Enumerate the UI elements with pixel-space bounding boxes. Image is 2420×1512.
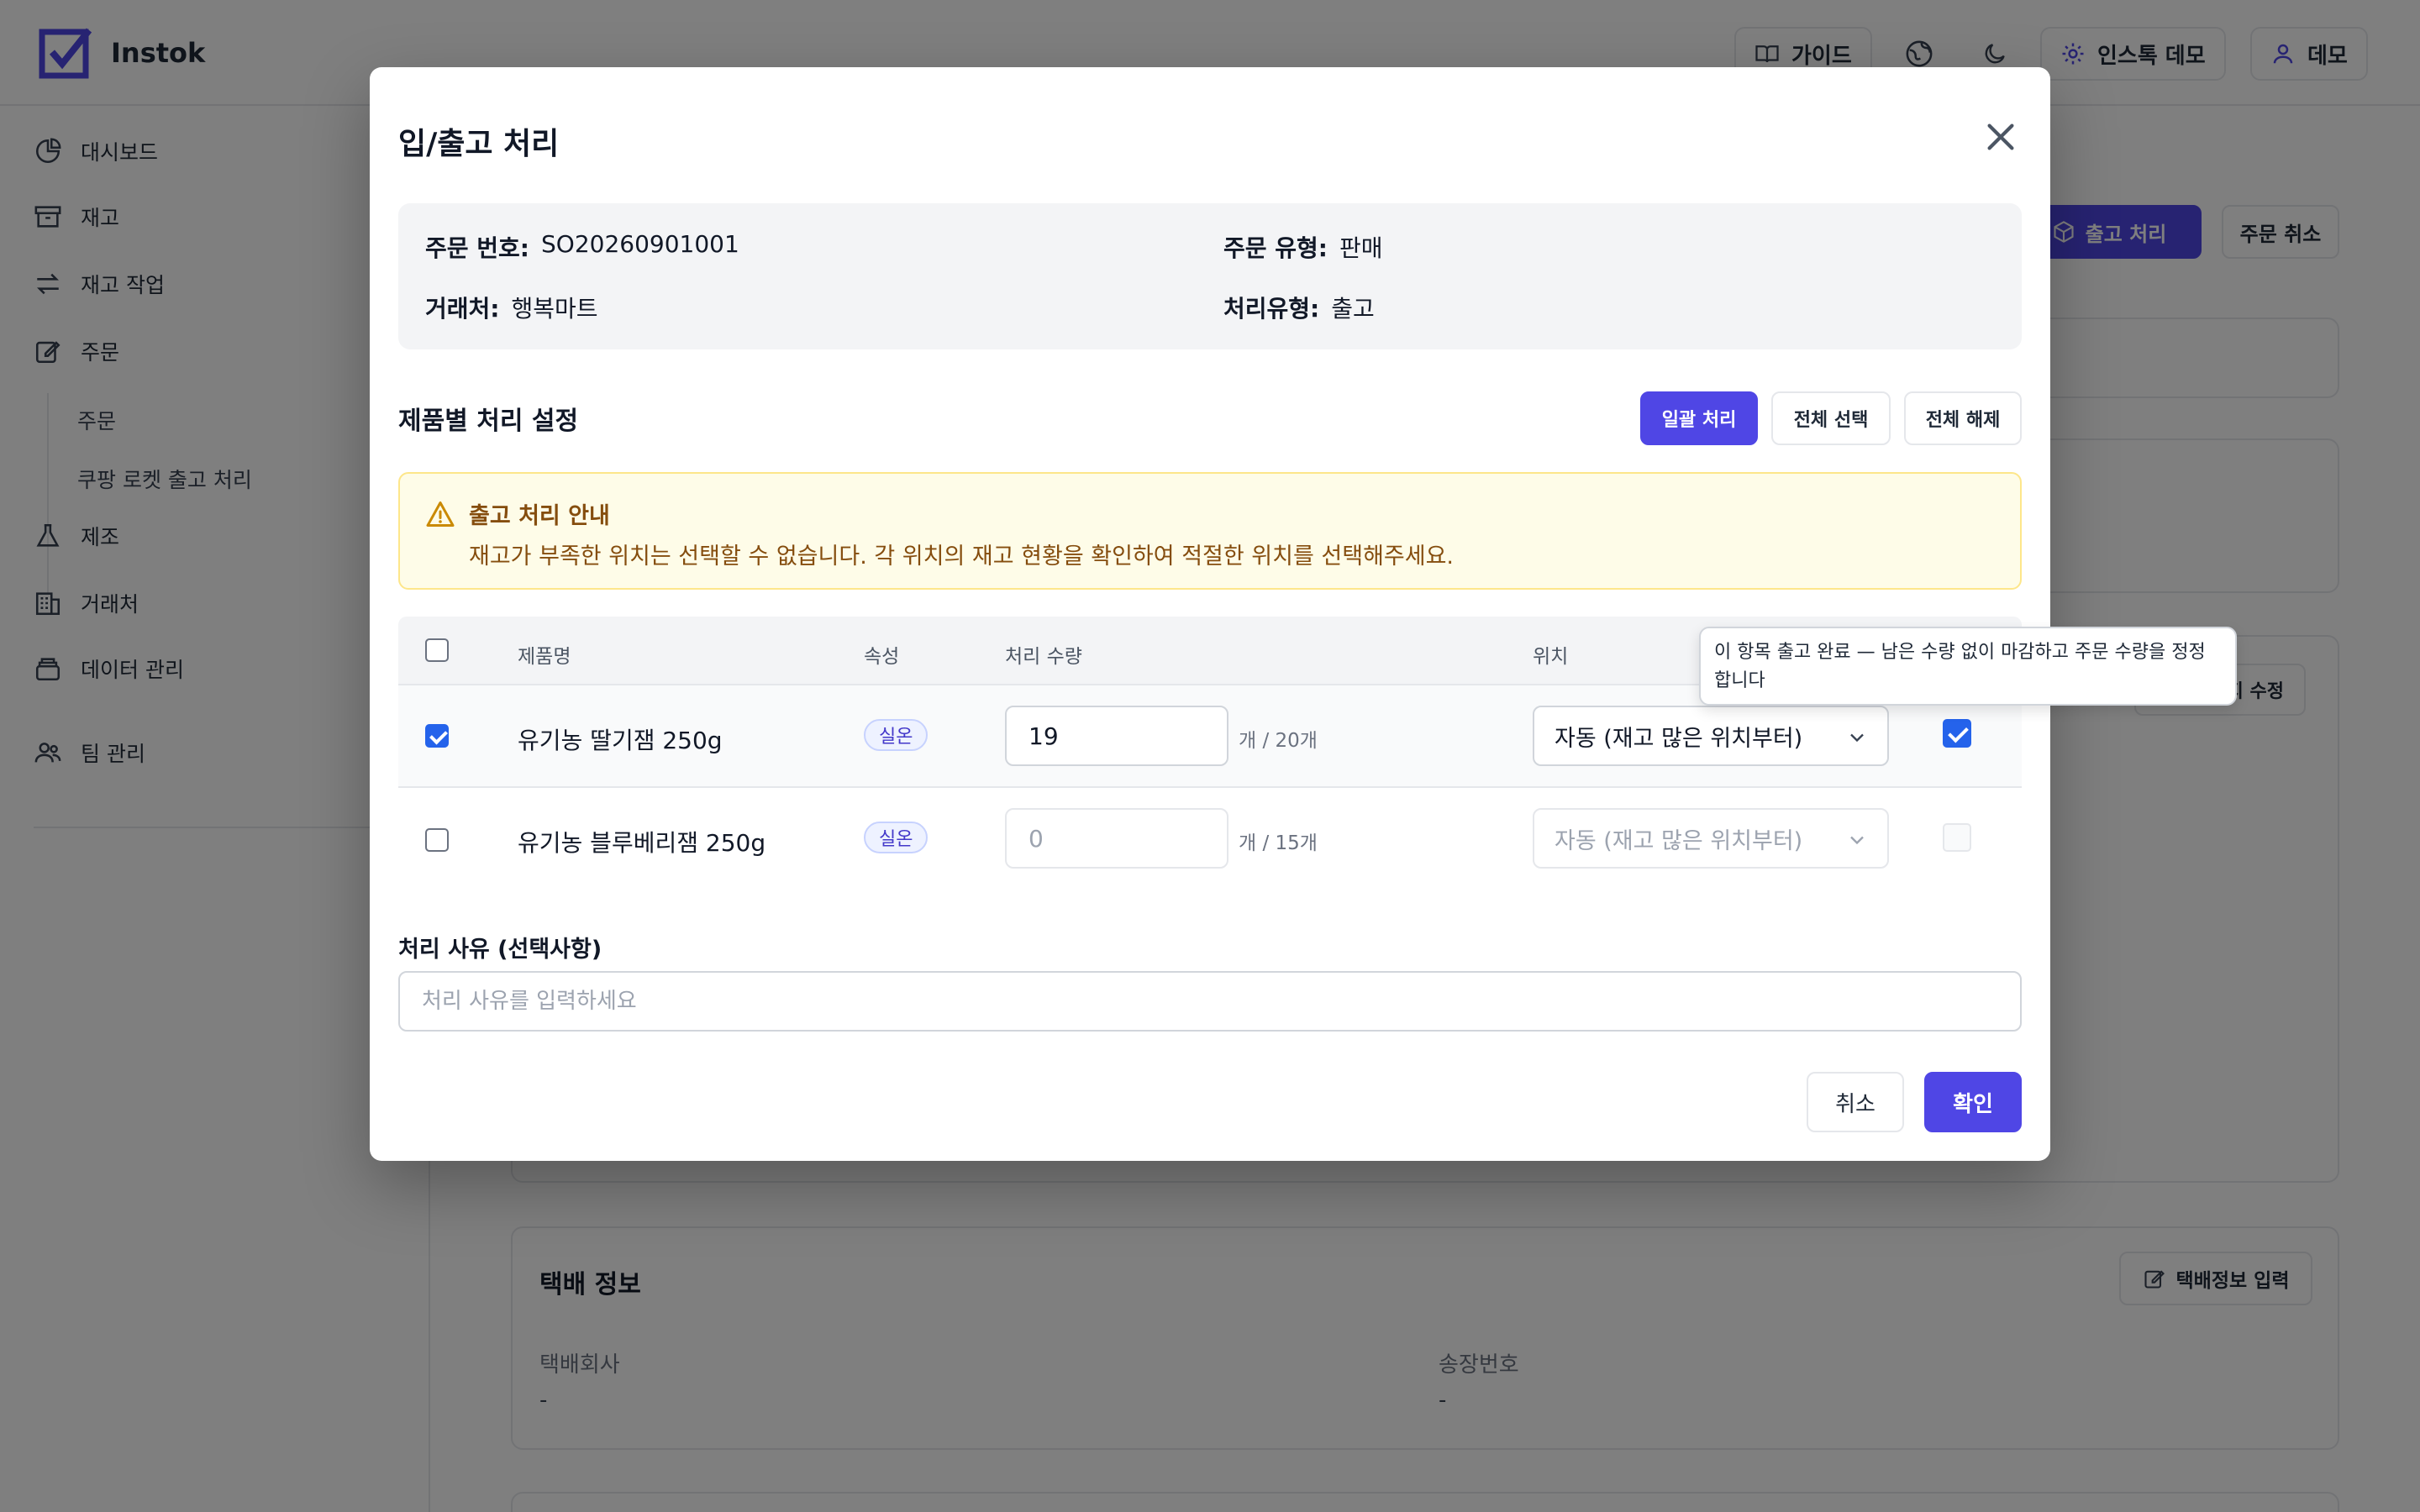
- process-type-value: 출고: [1331, 295, 1375, 323]
- order-number: 주문 번호: SO20260901001: [425, 230, 739, 264]
- location-select[interactable]: 자동 (재고 많은 위치부터): [1533, 706, 1889, 766]
- complete-item-checkbox[interactable]: [1943, 719, 1971, 748]
- order-number-label: 주문 번호:: [425, 234, 529, 262]
- column-quantity: 처리 수량: [1005, 646, 1082, 668]
- close-icon[interactable]: [1981, 118, 2020, 156]
- location-select-value: 자동 (재고 많은 위치부터): [1555, 827, 1803, 854]
- modal-title: 입/출고 처리: [398, 127, 560, 161]
- attribute-badge: 실온: [864, 822, 929, 853]
- location-select-value: 자동 (재고 많은 위치부터): [1555, 725, 1803, 752]
- quantity-input[interactable]: [1005, 808, 1228, 869]
- order-number-value: SO20260901001: [541, 230, 739, 258]
- notice-message: 재고가 부족한 위치는 선택할 수 없습니다. 각 위치의 재고 현황을 확인하…: [469, 543, 1455, 570]
- select-all-button[interactable]: 전체 선택: [1771, 391, 1891, 445]
- order-type-value: 판매: [1339, 234, 1383, 262]
- column-attribute: 속성: [864, 646, 900, 668]
- order-partner-value: 행복마트: [511, 295, 598, 323]
- location-select[interactable]: 자동 (재고 많은 위치부터): [1533, 808, 1889, 869]
- attribute-badge: 실온: [864, 719, 929, 751]
- cancel-button[interactable]: 취소: [1807, 1072, 1904, 1132]
- process-type: 처리유형: 출고: [1223, 291, 1375, 324]
- chevron-down-icon: [1850, 836, 1864, 845]
- section-title: 제품별 처리 설정: [398, 407, 579, 436]
- bulk-process-button[interactable]: 일괄 처리: [1640, 391, 1758, 445]
- notice-title: 출고 처리 안내: [469, 503, 610, 529]
- warning-icon: [426, 501, 455, 527]
- chevron-down-icon: [1850, 733, 1864, 743]
- column-product: 제품명: [518, 646, 571, 668]
- order-summary: 주문 번호: SO20260901001 주문 유형: 판매 거래처: 행복마트…: [398, 203, 2022, 349]
- select-all-checkbox[interactable]: [425, 638, 449, 662]
- quantity-unit: 개 / 15개: [1239, 832, 1318, 854]
- column-location: 위치: [1533, 646, 1569, 668]
- outbound-notice: 출고 처리 안내 재고가 부족한 위치는 선택할 수 없습니다. 각 위치의 재…: [398, 472, 2022, 590]
- process-type-label: 처리유형:: [1223, 295, 1320, 323]
- order-type: 주문 유형: 판매: [1223, 230, 1383, 264]
- quantity-input[interactable]: [1005, 706, 1228, 766]
- order-partner: 거래처: 행복마트: [425, 291, 598, 324]
- quantity-unit: 개 / 20개: [1239, 730, 1318, 752]
- table-row: 유기농 블루베리잼 250g 실온 개 / 15개 자동 (재고 많은 위치부터…: [398, 788, 2022, 890]
- row-select-checkbox[interactable]: [425, 828, 449, 852]
- product-name: 유기농 딸기잼 250g: [518, 727, 723, 754]
- reason-input[interactable]: [398, 971, 2022, 1032]
- product-name: 유기농 블루베리잼 250g: [518, 829, 766, 857]
- reason-label: 처리 사유 (선택사항): [398, 937, 602, 963]
- complete-item-checkbox[interactable]: [1943, 823, 1971, 852]
- complete-item-tooltip: 이 항목 출고 완료 — 남은 수량 없이 마감하고 주문 수량을 정정합니다: [1699, 627, 2237, 706]
- inout-process-modal: 입/출고 처리 주문 번호: SO20260901001 주문 유형: 판매 거…: [370, 67, 2050, 1161]
- row-select-checkbox[interactable]: [425, 724, 449, 748]
- order-type-label: 주문 유형:: [1223, 234, 1328, 262]
- order-partner-label: 거래처:: [425, 295, 500, 323]
- deselect-all-button[interactable]: 전체 해제: [1904, 391, 2022, 445]
- confirm-button[interactable]: 확인: [1924, 1072, 2022, 1132]
